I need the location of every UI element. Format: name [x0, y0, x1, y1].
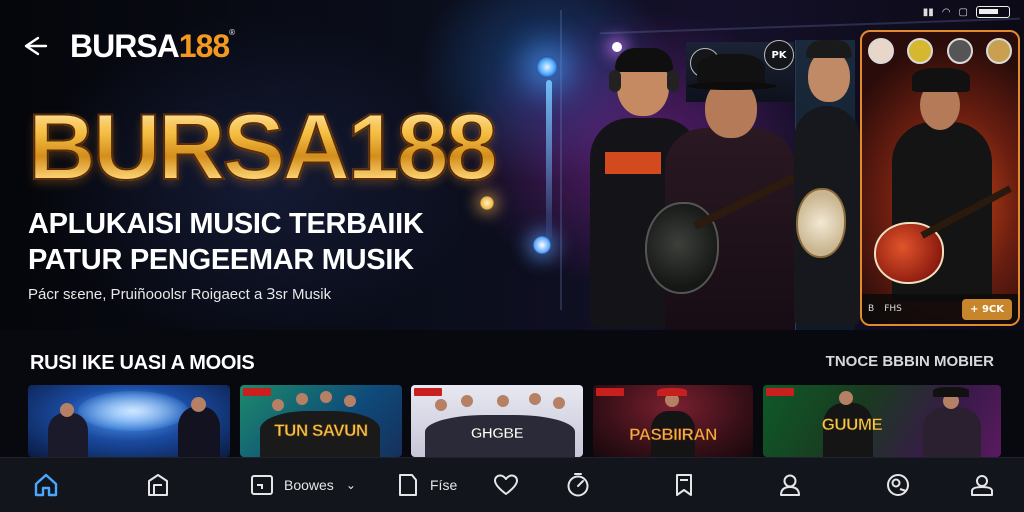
light-beam: [546, 80, 552, 240]
promo-footer-label: B: [868, 304, 875, 314]
thumbnail-title: PASBIIRAN: [629, 425, 718, 445]
badge: [243, 388, 271, 396]
person-head: [272, 399, 284, 411]
musician-figure: [790, 40, 860, 330]
badge: [596, 388, 624, 396]
avatar[interactable]: [946, 38, 973, 64]
musician-figure: [645, 52, 805, 330]
nav-browse-label: Boowes: [284, 477, 334, 493]
person-head: [461, 395, 473, 407]
timer-icon: [567, 473, 589, 497]
nav-social[interactable]: [884, 470, 912, 500]
shirt-print: [605, 152, 661, 174]
hat: [657, 388, 687, 396]
see-more-link[interactable]: TNOCE BBBIN MOBIER: [826, 353, 994, 370]
nav-browse[interactable]: Boowes ⌄: [248, 470, 356, 500]
hat: [933, 387, 969, 397]
hero-tagline: PATUR PENGEEMAR MUSIK: [28, 244, 414, 276]
battery-icon: [976, 6, 1010, 18]
avatar-row: [868, 38, 1012, 64]
bookmark-icon: [676, 474, 692, 496]
nav-file-label: Físe: [430, 477, 458, 493]
stage-light: [533, 236, 551, 254]
home-icon: [34, 473, 58, 497]
nav-bookmark[interactable]: [670, 470, 698, 500]
promo-card[interactable]: B FHS + 9CK: [860, 30, 1020, 326]
person: [178, 407, 220, 457]
cap: [806, 40, 852, 58]
social-icon: [887, 474, 909, 496]
person: [48, 413, 88, 457]
hero-title: BURSA188: [27, 94, 499, 199]
arrow-left-icon: [24, 36, 48, 56]
logo-text: BURSA: [70, 28, 180, 64]
nav-timer[interactable]: [564, 470, 592, 500]
account-icon: [971, 475, 993, 496]
library-icon: [148, 474, 168, 496]
thumbnail-card[interactable]: [28, 385, 230, 457]
thumbnail-title: GHGBE: [470, 425, 524, 443]
nav-home[interactable]: [32, 470, 60, 500]
nav-file[interactable]: Físe: [394, 470, 457, 500]
headphones-icon: [609, 70, 621, 92]
stage-light: [536, 56, 558, 78]
person-head: [60, 403, 74, 417]
person-head: [529, 393, 541, 405]
avatar[interactable]: [868, 38, 894, 64]
person-head: [497, 395, 509, 407]
promo-footer: B FHS + 9CK: [862, 294, 1018, 324]
hero-tagline: APLUKAISI MUSIC TERBAIIK: [28, 208, 424, 240]
nav-library[interactable]: [144, 470, 172, 500]
person-head: [839, 391, 853, 405]
avatar[interactable]: [985, 38, 1012, 64]
promo-button[interactable]: + 9CK: [962, 298, 1012, 320]
badge: [414, 388, 442, 396]
profile-icon: [780, 474, 800, 496]
app-logo: BURSA188®: [70, 28, 235, 65]
stage-glow: [78, 391, 188, 431]
section-title: RUSI IKE UASI A MOOIS: [30, 352, 255, 374]
hero-subline: Pácr sεene, Pruiñooolsr Roigaect a Ɜsr M…: [28, 286, 332, 303]
hero-banner: ◎ PK BURSA188® BURSA188 APLUKAISI MUSIC …: [0, 0, 1024, 330]
nav-favorites[interactable]: [492, 470, 520, 500]
hat: [912, 68, 970, 92]
nav-account[interactable]: [968, 470, 996, 500]
thumbnail-card[interactable]: GHGBE: [411, 385, 583, 457]
back-button[interactable]: [18, 30, 50, 62]
person-head: [344, 395, 356, 407]
logo-mark: ®: [229, 28, 235, 37]
thumbnail-title: GUUME: [821, 415, 883, 435]
guitar: [796, 188, 846, 258]
file-icon: [399, 474, 417, 496]
badge: [766, 388, 794, 396]
thumbnail-row: TUN SAVUN GHGBE PASBIIRAN GUUME: [28, 385, 1008, 457]
stage-truss: [560, 10, 562, 310]
nav-profile[interactable]: [776, 470, 804, 500]
bottom-navigation: Boowes ⌄ Físe: [0, 457, 1024, 512]
person-head: [191, 397, 206, 412]
thumbnail-card[interactable]: GUUME: [763, 385, 1001, 457]
status-bar: ▮▮ ◠ ▢: [923, 6, 1010, 18]
person-head: [553, 397, 565, 409]
browse-icon: [251, 475, 273, 495]
avatar[interactable]: [907, 38, 934, 64]
thumbnail-card[interactable]: TUN SAVUN: [240, 385, 402, 457]
logo-number: 188: [178, 28, 230, 64]
person-head: [296, 393, 308, 405]
signal-icon: ▮▮: [922, 6, 934, 18]
person-head: [320, 391, 332, 403]
wifi-icon: ◠: [941, 6, 951, 18]
notification-icon: ▢: [958, 6, 968, 18]
heart-icon: [494, 474, 518, 495]
hat-brim: [687, 82, 777, 90]
chevron-down-icon: ⌄: [345, 478, 356, 492]
promo-footer-label: FHS: [884, 304, 902, 314]
thumbnail-card[interactable]: PASBIIRAN: [593, 385, 753, 457]
person-head: [435, 399, 447, 411]
thumbnail-title: TUN SAVUN: [274, 421, 369, 441]
